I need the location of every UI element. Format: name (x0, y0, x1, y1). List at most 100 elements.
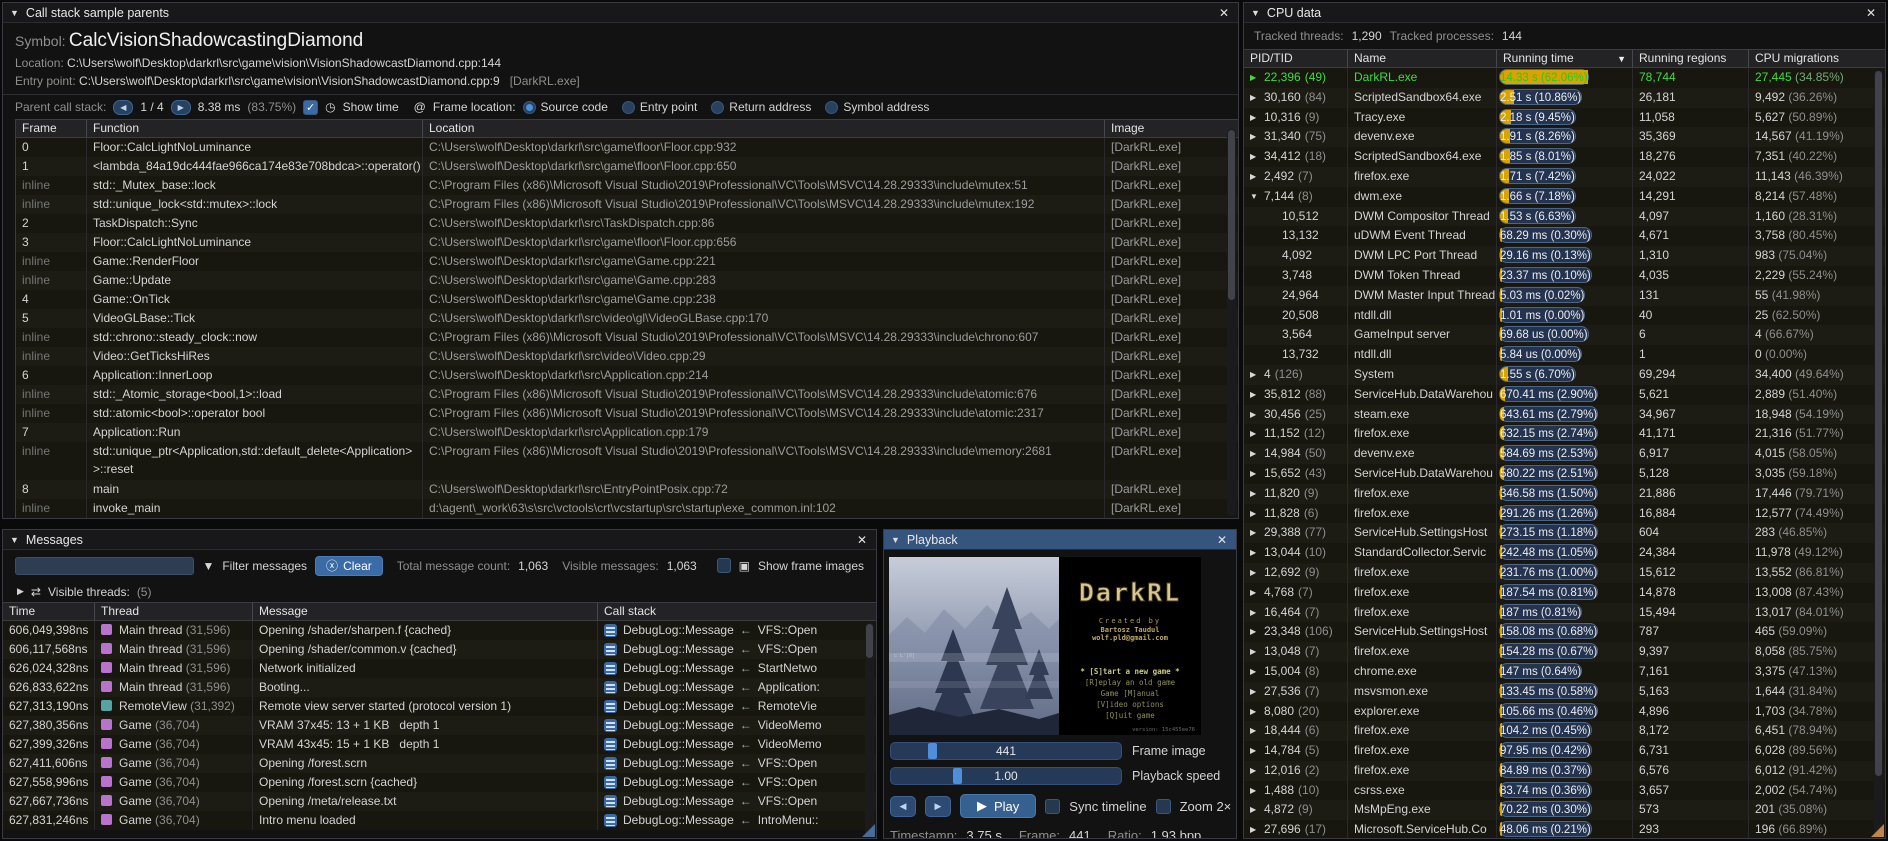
expand-icon[interactable]: ▶ (1250, 385, 1260, 405)
callstack-row[interactable]: 0 Floor::CalcLightNoLuminance C:\Users\w… (16, 138, 1238, 157)
filter-input[interactable] (15, 557, 194, 575)
cpu-scrollbar-thumb[interactable] (1875, 71, 1882, 776)
message-callstack[interactable]: DebugLog::Message←VFS::Open (598, 754, 876, 773)
radio-icon[interactable] (523, 101, 536, 114)
process-row[interactable]: ▶13,048(7) firefox.exe 154.28 ms (0.67%)… (1244, 642, 1885, 662)
process-row[interactable]: ▼7,144(8) dwm.exe 1.66 s (7.18%) 14,291 … (1244, 187, 1885, 207)
process-row[interactable]: ▶31,340(75) devenv.exe 1.91 s (8.26%) 35… (1244, 127, 1885, 147)
expand-icon[interactable]: ▶ (1250, 424, 1260, 444)
close-icon[interactable]: ✕ (1864, 6, 1878, 20)
process-row[interactable]: 13,732 ntdll.dll 5.84 us (0.00%) 1 0 (0.… (1244, 345, 1885, 365)
slider-handle[interactable] (928, 743, 937, 759)
process-row[interactable]: ▶2,492(7) firefox.exe 1.71 s (7.42%) 24,… (1244, 167, 1885, 187)
radio-icon[interactable] (622, 101, 635, 114)
process-row[interactable]: 3,748 DWM Token Thread 23.37 ms (0.10%) … (1244, 266, 1885, 286)
radio-icon[interactable] (825, 101, 838, 114)
expand-icon[interactable]: ▶ (1250, 682, 1260, 702)
callstack-row[interactable]: inline Game::Update C:\Users\wolf\Deskto… (16, 271, 1238, 290)
process-row[interactable]: ▶4,872(9) MsMpEng.exe 70.22 ms (0.30%) 5… (1244, 800, 1885, 820)
expand-icon[interactable]: ▶ (17, 586, 24, 597)
messages-scrollbar-thumb[interactable] (866, 624, 873, 658)
expand-icon[interactable]: ▶ (1250, 504, 1260, 524)
message-callstack[interactable]: DebugLog::Message←Application: (598, 678, 876, 697)
expand-icon[interactable]: ▶ (1250, 781, 1260, 801)
expand-icon[interactable]: ▶ (1250, 464, 1260, 484)
process-row[interactable]: ▶12,016(2) firefox.exe 84.89 ms (0.37%) … (1244, 761, 1885, 781)
message-row[interactable]: 626,024,328ns Main thread (31,596) Netwo… (3, 659, 876, 678)
zoom-2x-checkbox[interactable]: ✓ (1156, 799, 1171, 814)
collapse-icon[interactable]: ▼ (1251, 8, 1260, 18)
callstack-row[interactable]: 1 <lambda_84a19dc444fae966ca174e83e708bd… (16, 157, 1238, 176)
prev-callstack-button[interactable]: ◀ (113, 100, 133, 115)
column-header-running-regions[interactable]: Running regions (1633, 50, 1749, 67)
process-row[interactable]: 20,508 ntdll.dll 1.01 ms (0.00%) 40 25 (… (1244, 306, 1885, 326)
frame-location-radio[interactable]: Symbol address (825, 100, 929, 114)
callstack-row[interactable]: inline invoke_main d:\agent\_work\63\s\s… (16, 499, 1238, 518)
message-callstack[interactable]: DebugLog::Message←VFS::Open (598, 773, 876, 792)
clear-button[interactable]: ⓧ Clear (315, 556, 383, 576)
frame-location-radio[interactable]: Entry point (622, 100, 697, 114)
process-row[interactable]: ▶22,396(49) DarkRL.exe 14.33 s (62.06%) … (1244, 68, 1885, 88)
message-row[interactable]: 627,399,326ns Game (36,704) VRAM 43x45: … (3, 735, 876, 754)
show-frame-images-checkbox[interactable]: ✓ (717, 558, 731, 573)
process-row[interactable]: ▶16,464(7) firefox.exe 187 ms (0.81%) 15… (1244, 603, 1885, 623)
process-row[interactable]: ▶29,388(77) ServiceHub.SettingsHost 273.… (1244, 523, 1885, 543)
callstack-row[interactable]: inline Game::RenderFloor C:\Users\wolf\D… (16, 252, 1238, 271)
process-row[interactable]: ▶30,456(25) steam.exe 643.61 ms (2.79%) … (1244, 405, 1885, 425)
messages-scrollbar[interactable] (865, 623, 874, 836)
process-row[interactable]: 13,132 uDWM Event Thread 68.29 ms (0.30%… (1244, 226, 1885, 246)
callstack-row[interactable]: 5 VideoGLBase::Tick C:\Users\wolf\Deskto… (16, 309, 1238, 328)
expand-icon[interactable]: ▶ (1250, 642, 1260, 662)
column-header-pid[interactable]: PID/TID (1244, 50, 1348, 67)
process-row[interactable]: 24,964 DWM Master Input Thread 5.03 ms (… (1244, 286, 1885, 306)
column-header-name[interactable]: Name (1348, 50, 1497, 67)
process-row[interactable]: 3,564 GameInput server 69.68 us (0.00%) … (1244, 325, 1885, 345)
message-row[interactable]: 627,558,996ns Game (36,704) Opening /for… (3, 773, 876, 792)
message-callstack[interactable]: DebugLog::Message←VFS::Open (598, 640, 876, 659)
process-row[interactable]: ▶18,444(6) firefox.exe 104.2 ms (0.45%) … (1244, 721, 1885, 741)
process-row[interactable]: ▶11,828(6) firefox.exe 291.26 ms (1.26%)… (1244, 504, 1885, 524)
expand-icon[interactable]: ▶ (1250, 88, 1260, 108)
process-row[interactable]: ▶12,692(9) firefox.exe 231.76 ms (1.00%)… (1244, 563, 1885, 583)
close-icon[interactable]: ✕ (1215, 533, 1229, 547)
play-button[interactable]: ▶ Play (960, 794, 1036, 818)
expand-icon[interactable]: ▶ (1250, 68, 1260, 88)
cpu-scrollbar[interactable] (1874, 70, 1883, 836)
expand-icon[interactable]: ▶ (1250, 444, 1260, 464)
step-back-button[interactable]: ◀ (890, 796, 916, 817)
callstack-row[interactable]: inline std::_Atomic_storage<bool,1>::loa… (16, 385, 1238, 404)
message-row[interactable]: 627,411,606ns Game (36,704) Opening /for… (3, 754, 876, 773)
message-callstack[interactable]: DebugLog::Message←VFS::Open (598, 792, 876, 811)
close-icon[interactable]: ✕ (855, 533, 869, 547)
callstack-row[interactable]: inline std::unique_ptr<Application,std::… (16, 442, 1238, 480)
process-row[interactable]: ▶15,004(8) chrome.exe 147 ms (0.64%) 7,1… (1244, 662, 1885, 682)
process-row[interactable]: ▶4(126) System 1.55 s (6.70%) 69,294 34,… (1244, 365, 1885, 385)
process-row[interactable]: ▶14,984(50) devenv.exe 584.69 ms (2.53%)… (1244, 444, 1885, 464)
callstack-row[interactable]: inline Video::GetTicksHiRes C:\Users\wol… (16, 347, 1238, 366)
process-row[interactable]: ▶10,316(9) Tracy.exe 2.18 s (9.45%) 11,0… (1244, 108, 1885, 128)
message-callstack[interactable]: DebugLog::Message←VideoMemo (598, 735, 876, 754)
expand-icon[interactable]: ▶ (1250, 108, 1260, 128)
message-row[interactable]: 626,833,622ns Main thread (31,596) Booti… (3, 678, 876, 697)
message-callstack[interactable]: DebugLog::Message←StartNetwo (598, 659, 876, 678)
process-row[interactable]: ▶11,152(12) firefox.exe 632.15 ms (2.74%… (1244, 424, 1885, 444)
column-header-cpu-migrations[interactable]: CPU migrations (1749, 50, 1885, 67)
expand-icon[interactable]: ▶ (1250, 523, 1260, 543)
callstack-row[interactable]: 3 Floor::CalcLightNoLuminance C:\Users\w… (16, 233, 1238, 252)
process-row[interactable]: ▶27,536(7) msvsmon.exe 133.45 ms (0.58%)… (1244, 682, 1885, 702)
close-icon[interactable]: ✕ (1217, 6, 1231, 20)
callstack-row[interactable]: inline std::atomic<bool>::operator bool … (16, 404, 1238, 423)
collapse-icon[interactable]: ▼ (10, 535, 19, 545)
message-callstack[interactable]: DebugLog::Message←VideoMemo (598, 716, 876, 735)
callstack-row[interactable]: inline std::_Mutex_base::lock C:\Program… (16, 176, 1238, 195)
process-row[interactable]: ▶27,696(17) Microsoft.ServiceHub.Co 48.0… (1244, 820, 1885, 839)
message-callstack[interactable]: DebugLog::Message←RemoteVie (598, 697, 876, 716)
sync-timeline-checkbox[interactable]: ✓ (1045, 799, 1060, 814)
playback-speed-slider[interactable]: 1.00 (890, 767, 1122, 785)
process-row[interactable]: ▶8,080(20) explorer.exe 105.66 ms (0.46%… (1244, 702, 1885, 722)
expand-icon[interactable]: ▶ (1250, 365, 1260, 385)
callstack-row[interactable]: 2 TaskDispatch::Sync C:\Users\wolf\Deskt… (16, 214, 1238, 233)
expand-icon[interactable]: ▶ (1250, 167, 1260, 187)
expand-icon[interactable]: ▶ (1250, 603, 1260, 623)
callstack-row[interactable]: 7 Application::Run C:\Users\wolf\Desktop… (16, 423, 1238, 442)
